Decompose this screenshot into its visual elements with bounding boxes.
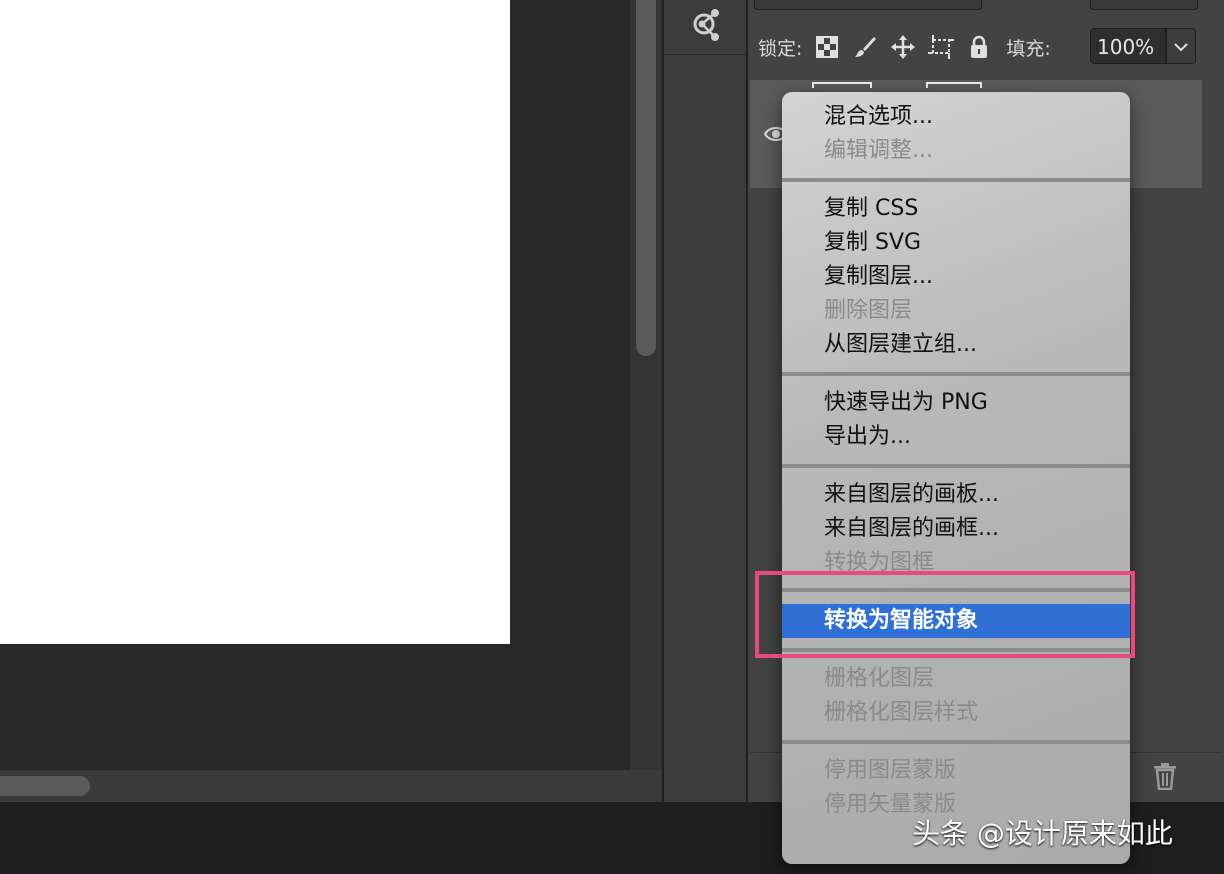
- chevron-down-icon: [1174, 37, 1188, 56]
- vertical-scroll-thumb[interactable]: [636, 0, 656, 356]
- menu-item-copy-svg[interactable]: 复制 SVG: [824, 226, 921, 260]
- share-icon[interactable]: [686, 4, 726, 44]
- menu-separator: [782, 372, 1130, 376]
- trash-icon[interactable]: [1152, 762, 1178, 791]
- menu-item-blending-options[interactable]: 混合选项...: [824, 100, 933, 134]
- artboard-canvas[interactable]: [0, 0, 510, 644]
- annotation-highlight-box: [755, 571, 1135, 658]
- menu-separator: [782, 178, 1130, 182]
- menu-item-rasterize-layer-style[interactable]: 栅格化图层样式: [824, 696, 978, 730]
- menu-item-duplicate-layer[interactable]: 复制图层...: [824, 260, 933, 294]
- layer-mask-thumbnail[interactable]: [926, 82, 982, 88]
- layer-filter-field[interactable]: [754, 0, 982, 10]
- fill-label: 填充:: [1006, 37, 1051, 60]
- layer-context-menu: 混合选项... 编辑调整... 复制 CSS 复制 SVG 复制图层... 删除…: [782, 92, 1130, 864]
- fill-input[interactable]: 100%: [1090, 28, 1166, 64]
- watermark: 头条 @设计原来如此: [912, 817, 1173, 850]
- menu-item-rasterize-layer[interactable]: 栅格化图层: [824, 662, 934, 696]
- panel-icon-strip: [662, 0, 748, 802]
- crop-icon[interactable]: [928, 34, 955, 60]
- menu-item-copy-css[interactable]: 复制 CSS: [824, 192, 918, 226]
- horizontal-scrollbar[interactable]: [0, 770, 662, 802]
- fill-dropdown-button[interactable]: [1166, 28, 1196, 64]
- menu-item-frame-from-layers[interactable]: 来自图层的画框...: [824, 512, 999, 546]
- padlock-icon[interactable]: [966, 34, 992, 60]
- lock-label: 锁定:: [758, 37, 803, 60]
- checkerboard-icon[interactable]: [814, 34, 840, 60]
- layer-thumbnail[interactable]: [812, 82, 872, 88]
- menu-item-artboard-from-layers[interactable]: 来自图层的画板...: [824, 478, 999, 512]
- menu-item-delete-layer[interactable]: 删除图层: [824, 294, 912, 328]
- move-icon[interactable]: [890, 34, 916, 60]
- brush-icon[interactable]: [852, 34, 878, 60]
- opacity-field[interactable]: [1090, 0, 1198, 10]
- menu-item-quick-export-png[interactable]: 快速导出为 PNG: [824, 386, 988, 420]
- menu-item-export-as[interactable]: 导出为...: [824, 420, 911, 454]
- horizontal-scroll-thumb[interactable]: [0, 776, 90, 796]
- menu-separator: [782, 464, 1130, 468]
- menu-separator: [782, 740, 1130, 744]
- menu-item-disable-layer-mask[interactable]: 停用图层蒙版: [824, 754, 956, 788]
- menu-item-group-from-layers[interactable]: 从图层建立组...: [824, 328, 977, 362]
- lock-row: 锁定: 填充:: [758, 28, 1051, 66]
- menu-item-edit-adjustment[interactable]: 编辑调整...: [824, 134, 933, 168]
